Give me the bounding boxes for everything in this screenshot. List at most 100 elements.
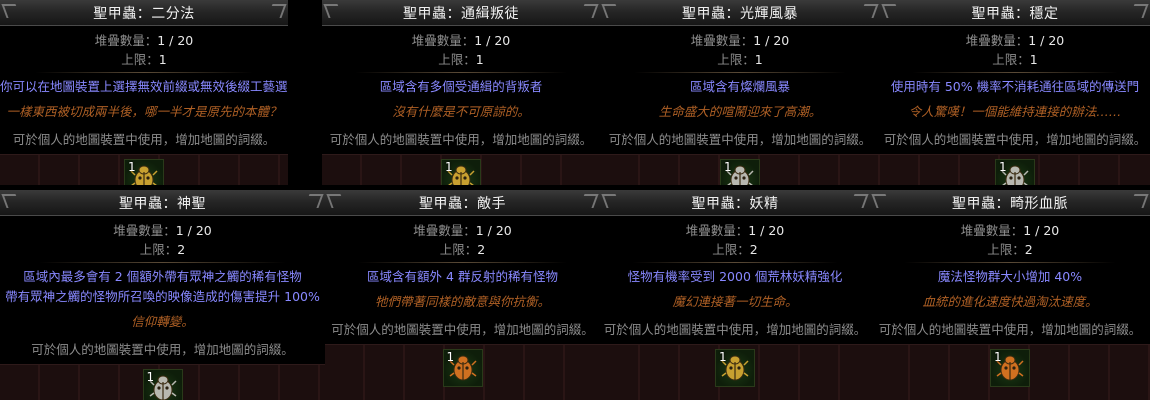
stack-size-value: 1 / 20 (748, 223, 785, 238)
stack-size-line: 堆疊數量：1 / 20 (322, 33, 600, 49)
header-corner-ornament (601, 194, 621, 208)
header-corner-ornament (1, 194, 21, 208)
scarab-tooltip-dichotomy: 聖甲蟲：二分法 堆疊數量：1 / 20 上限：1 你可以在地圖裝置上選擇無效前綴… (0, 0, 288, 185)
tooltip-header: 聖甲蟲：通緝叛徒 (322, 0, 600, 26)
header-corner-ornament (326, 194, 346, 208)
header-corner-ornament (304, 194, 324, 208)
tooltip-header: 聖甲蟲：神聖 (0, 190, 325, 216)
flavour-text: 信仰轉變。 (131, 314, 194, 329)
stack-count: 1 (999, 160, 1007, 174)
limit-line: 上限：2 (0, 242, 325, 258)
flavour-text: 血統的進化速度快過淘汰速度。 (922, 294, 1098, 309)
stack-size-label: 堆疊數量： (960, 223, 1024, 238)
limit-line: 上限：2 (600, 242, 870, 258)
item-title: 聖甲蟲：穩定 (971, 5, 1059, 22)
item-title: 聖甲蟲：神聖 (119, 195, 206, 212)
explicit-mod: 區域含有燦爛風暴 (689, 79, 790, 94)
stack-size-label: 堆疊數量： (413, 223, 476, 238)
inventory-strip: 1 (322, 154, 600, 185)
inventory-strip: 1 (600, 344, 870, 400)
separator (34, 72, 254, 73)
stack-count: 1 (724, 160, 732, 174)
explicit-mod: 魔法怪物群大小增加 40% (937, 269, 1083, 284)
scarab-slot[interactable]: 1 (720, 159, 760, 185)
limit-label: 上限： (139, 242, 178, 257)
inventory-strip: 1 (325, 344, 600, 400)
usage-help-text: 可於個人的地圖裝置中使用，增加地圖的詞綴。 (329, 132, 593, 147)
stack-count: 1 (445, 160, 453, 174)
limit-value: 1 (754, 52, 763, 67)
limit-value: 1 (1029, 52, 1038, 67)
scarab-slot[interactable]: 1 (715, 349, 755, 387)
limit-line: 上限：1 (600, 52, 880, 68)
scarab-tooltip-divine: 聖甲蟲：神聖 堆疊數量：1 / 20 上限：2 區域內最多會有 2 個額外帶有眾… (0, 190, 325, 400)
flavour-text: 魔幻連接著一切生命。 (672, 294, 798, 309)
header-corner-ornament (323, 4, 343, 18)
scarab-slot[interactable]: 1 (124, 159, 164, 185)
stack-count: 1 (719, 350, 727, 364)
stack-size-value: 1 / 20 (474, 33, 511, 48)
stack-size-label: 堆疊數量： (690, 33, 754, 48)
inventory-strip: 1 (870, 344, 1150, 400)
explicit-mod: 你可以在地圖裝置上選擇無效前綴或無效後綴工藝選項 (0, 79, 288, 94)
explicit-mod: 區域含有額外 4 群反射的稀有怪物 (367, 269, 558, 284)
explicit-mod: 區域含有多個受通緝的背叛者 (379, 79, 543, 94)
item-title: 聖甲蟲：畸形血脈 (952, 195, 1068, 212)
flavour-text: 沒有什麼是不可原諒的。 (392, 104, 530, 119)
scarab-slot[interactable]: 1 (142, 369, 183, 400)
item-title: 聖甲蟲：妖精 (691, 195, 779, 212)
explicit-mod: 怪物有機率受到 2000 個荒林妖精強化 (627, 269, 843, 284)
stack-size-value: 1 / 20 (1028, 33, 1065, 48)
flavour-text: 一樣東西被切成兩半後，哪一半才是原先的本體？ (6, 104, 282, 119)
header-corner-ornament (1129, 4, 1149, 18)
explicit-mod: 帶有眾神之觸的怪物所召喚的映像造成的傷害提升 100% (5, 289, 320, 304)
header-corner-ornament (881, 4, 901, 18)
separator (903, 262, 1117, 263)
separator (912, 72, 1118, 73)
usage-help-text: 可於個人的地圖裝置中使用，增加地圖的詞綴。 (603, 322, 867, 337)
limit-value: 1 (158, 52, 167, 67)
limit-value: 2 (477, 242, 486, 257)
header-corner-ornament (579, 194, 599, 208)
stack-count: 1 (146, 370, 155, 384)
limit-line: 上限：2 (325, 242, 600, 258)
scarab-tooltip-radiant-storm: 聖甲蟲：光輝風暴 堆疊數量：1 / 20 上限：1 區域含有燦爛風暴 生命盛大的… (600, 0, 880, 185)
stack-size-line: 堆疊數量：1 / 20 (600, 223, 870, 239)
inventory-strip: 1 (0, 154, 288, 185)
header-corner-ornament (849, 194, 869, 208)
stack-count: 1 (446, 350, 455, 364)
usage-help-text: 可於個人的地圖裝置中使用，增加地圖的詞綴。 (878, 322, 1142, 337)
stack-size-line: 堆疊數量：1 / 20 (0, 223, 325, 239)
scarab-tooltip-fairy: 聖甲蟲：妖精 堆疊數量：1 / 20 上限：2 怪物有機率受到 2000 個荒林… (600, 190, 870, 400)
limit-label: 上限： (717, 52, 755, 67)
stack-size-label: 堆疊數量： (685, 223, 749, 238)
explicit-mod: 使用時有 50% 機率不消耗通往區域的傳送門 (890, 79, 1140, 94)
header-corner-ornament (859, 4, 879, 18)
header-corner-ornament (601, 4, 621, 18)
limit-line: 上限：1 (880, 52, 1150, 68)
header-corner-ornament (267, 4, 287, 18)
stack-size-value: 1 / 20 (753, 33, 790, 48)
scarab-slot[interactable]: 1 (990, 349, 1030, 387)
flavour-text: 生命盛大的喧鬧迎來了高潮。 (658, 104, 822, 119)
scarab-slot[interactable]: 1 (442, 349, 483, 387)
inventory-strip: 1 (0, 364, 325, 400)
stack-size-label: 堆疊數量： (113, 223, 176, 238)
tooltip-header: 聖甲蟲：敵手 (325, 190, 600, 216)
separator (633, 72, 847, 73)
stack-count: 1 (128, 160, 136, 174)
tooltip-header: 聖甲蟲：二分法 (0, 0, 288, 26)
item-title: 聖甲蟲：通緝叛徒 (403, 5, 519, 22)
header-corner-ornament (1, 4, 21, 18)
scarab-slot[interactable]: 1 (995, 159, 1035, 185)
scarab-slot[interactable]: 1 (441, 159, 481, 185)
item-title: 聖甲蟲：二分法 (93, 5, 195, 22)
header-corner-ornament (579, 4, 599, 18)
explicit-mod: 區域內最多會有 2 個額外帶有眾神之觸的稀有怪物 (23, 269, 302, 284)
separator (39, 262, 286, 263)
separator (355, 72, 567, 73)
limit-value: 2 (1024, 242, 1033, 257)
separator (358, 262, 567, 263)
stack-size-line: 堆疊數量：1 / 20 (600, 33, 880, 49)
inventory-strip: 1 (600, 154, 880, 185)
